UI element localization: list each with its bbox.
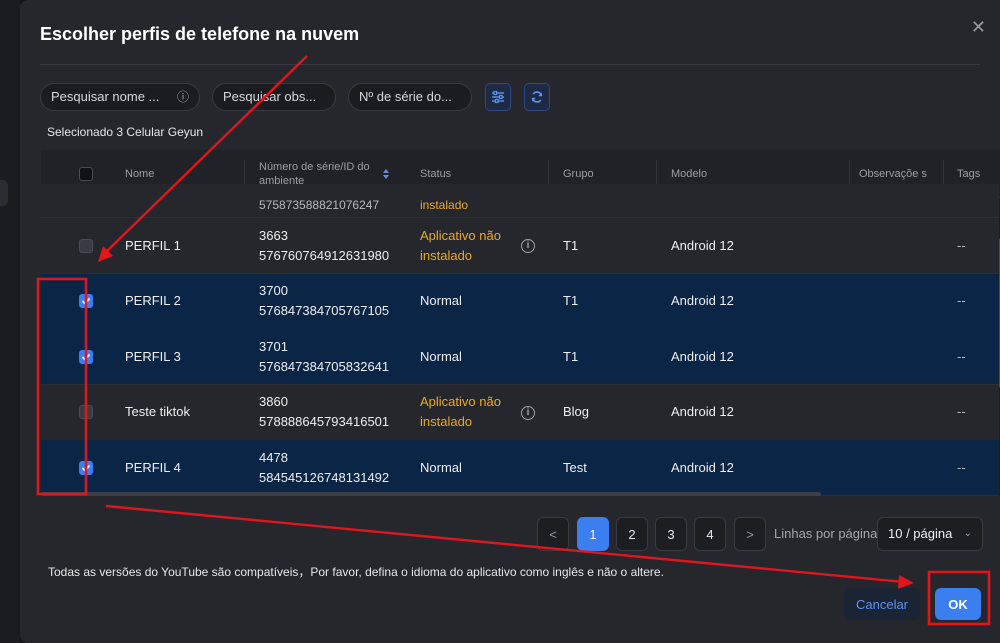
row-tags: -- — [957, 237, 966, 253]
row-serial-number: 3700 — [259, 283, 288, 298]
table-row[interactable]: PERFIL 4 4478 584545126748131492 Normal Test… — [41, 440, 999, 496]
row-name: PERFIL 3 — [125, 348, 181, 364]
row-serial: 3860 578888645793416501 — [259, 385, 389, 440]
row-environment-id: 576847384705767105 — [259, 303, 390, 318]
dialog-title: Escolher perfis de telefone na nuvem — [40, 24, 360, 44]
cloud-phone-dialog: Escolher perfis de telefone na nuvem ✕ P… — [20, 0, 1000, 643]
row-environment-id: 576760764912631980 — [259, 247, 390, 263]
page-2-button[interactable]: 2 — [616, 517, 648, 551]
row-serial: 3663 576760764912631980 — [259, 218, 389, 273]
table-row[interactable]: Teste tiktok 3860 578888645793416501 Aplica… — [41, 384, 999, 441]
row-serial: 3701 576847384705832641 — [259, 329, 389, 384]
row-tags: -- — [957, 404, 966, 419]
cancel-button[interactable]: Cancelar — [844, 588, 920, 620]
row-model: Android 12 — [671, 459, 734, 475]
row-model: Android 12 — [671, 348, 734, 364]
checkmark-icon — [81, 297, 91, 305]
row-status: Aplicativo não instalado — [420, 394, 501, 429]
name-search-input[interactable]: Pesquisar nome ... ⓘ — [40, 83, 200, 111]
sliders-icon — [492, 90, 504, 104]
close-icon[interactable]: ✕ — [971, 18, 986, 36]
row-serial: 3700 576847384705767105 — [259, 274, 389, 329]
background-panel — [0, 0, 20, 643]
table-row[interactable]: PERFIL 1 3663 576760764912631980 Aplicativo… — [41, 218, 999, 274]
row-checkbox[interactable] — [79, 218, 93, 273]
row-status: Normal — [420, 459, 462, 475]
title-divider — [40, 64, 980, 65]
refresh-button[interactable] — [524, 83, 550, 111]
name-search-placeholder: Pesquisar nome ... — [51, 89, 160, 104]
row-model: Android 12 — [671, 293, 734, 308]
rows-per-page-label: Linhas por página — [774, 526, 878, 541]
obs-search-placeholder: Pesquisar obs... — [223, 89, 317, 104]
row-tags: -- — [957, 348, 966, 364]
partial-serial: 575873588821076247 — [259, 198, 380, 212]
partial-status: instalado — [420, 198, 469, 212]
row-group: Blog — [563, 404, 590, 419]
ok-button[interactable]: OK — [935, 588, 981, 620]
info-icon[interactable]: i — [521, 239, 535, 253]
checkmark-icon — [81, 353, 91, 361]
chevron-down-icon: ⌄ — [963, 528, 972, 539]
row-tags: -- — [957, 293, 966, 308]
row-status: Normal — [420, 293, 462, 308]
row-status: Normal — [420, 348, 462, 364]
obs-search-input[interactable]: Pesquisar obs... — [212, 83, 336, 111]
row-environment-id: 584545126748131492 — [259, 469, 390, 485]
row-checkbox[interactable] — [79, 440, 93, 495]
serial-search-input[interactable]: Nº de série do... — [348, 83, 472, 111]
page-3-button[interactable]: 3 — [655, 517, 687, 551]
rows-per-page-value: 10 / página — [888, 526, 953, 541]
refresh-icon — [531, 91, 543, 103]
table-row[interactable]: PERFIL 2 3700 576847384705767105 Normal T1 An… — [41, 273, 999, 330]
row-environment-id: 578888645793416501 — [259, 414, 390, 429]
background-handle — [0, 180, 8, 206]
page-4-button[interactable]: 4 — [694, 517, 726, 551]
row-checkbox[interactable] — [79, 385, 93, 440]
row-model: Android 12 — [671, 404, 734, 419]
filter-settings-button[interactable] — [485, 83, 511, 111]
row-checkbox[interactable] — [79, 329, 93, 384]
row-status: Aplicativo não instalado — [420, 227, 501, 263]
profiles-table: Nome Número de série/ID do ambiente Stat… — [41, 150, 1000, 496]
horizontal-scrollbar[interactable] — [41, 492, 821, 496]
compatibility-note: Todas as versões do YouTube são compatív… — [48, 565, 664, 579]
row-name: PERFIL 4 — [125, 459, 181, 475]
next-page-button[interactable]: > — [734, 517, 766, 551]
table-row-partial: 575873588821076247 instalado — [41, 184, 999, 218]
serial-search-placeholder: Nº de série do... — [359, 89, 452, 104]
page-1-button[interactable]: 1 — [577, 517, 609, 551]
checkmark-icon — [81, 464, 91, 472]
row-tags: -- — [957, 459, 966, 475]
table-row[interactable]: PERFIL 3 3701 576847384705832641 Normal T1 An… — [41, 329, 999, 385]
row-serial-number: 3663 — [259, 227, 288, 243]
row-checkbox[interactable] — [79, 274, 93, 329]
row-environment-id: 576847384705832641 — [259, 358, 390, 374]
row-group: T1 — [563, 348, 579, 364]
row-serial-number: 4478 — [259, 449, 288, 465]
row-serial-number: 3701 — [259, 338, 288, 354]
prev-page-button[interactable]: < — [537, 517, 569, 551]
info-icon[interactable]: i — [521, 405, 535, 420]
row-serial-number: 3860 — [259, 394, 288, 409]
row-group: T1 — [563, 293, 579, 308]
row-name: Teste tiktok — [125, 404, 191, 419]
row-name: PERFIL 1 — [125, 237, 181, 253]
row-group: T1 — [563, 237, 579, 253]
selection-count: Selecionado 3 Celular Geyun — [47, 125, 204, 139]
row-name: PERFIL 2 — [125, 293, 181, 308]
row-serial: 4478 584545126748131492 — [259, 440, 389, 495]
row-group: Test — [563, 459, 587, 475]
info-icon: ⓘ — [176, 90, 189, 104]
row-model: Android 12 — [671, 237, 734, 253]
rows-per-page-select[interactable]: 10 / página ⌄ — [877, 517, 983, 551]
